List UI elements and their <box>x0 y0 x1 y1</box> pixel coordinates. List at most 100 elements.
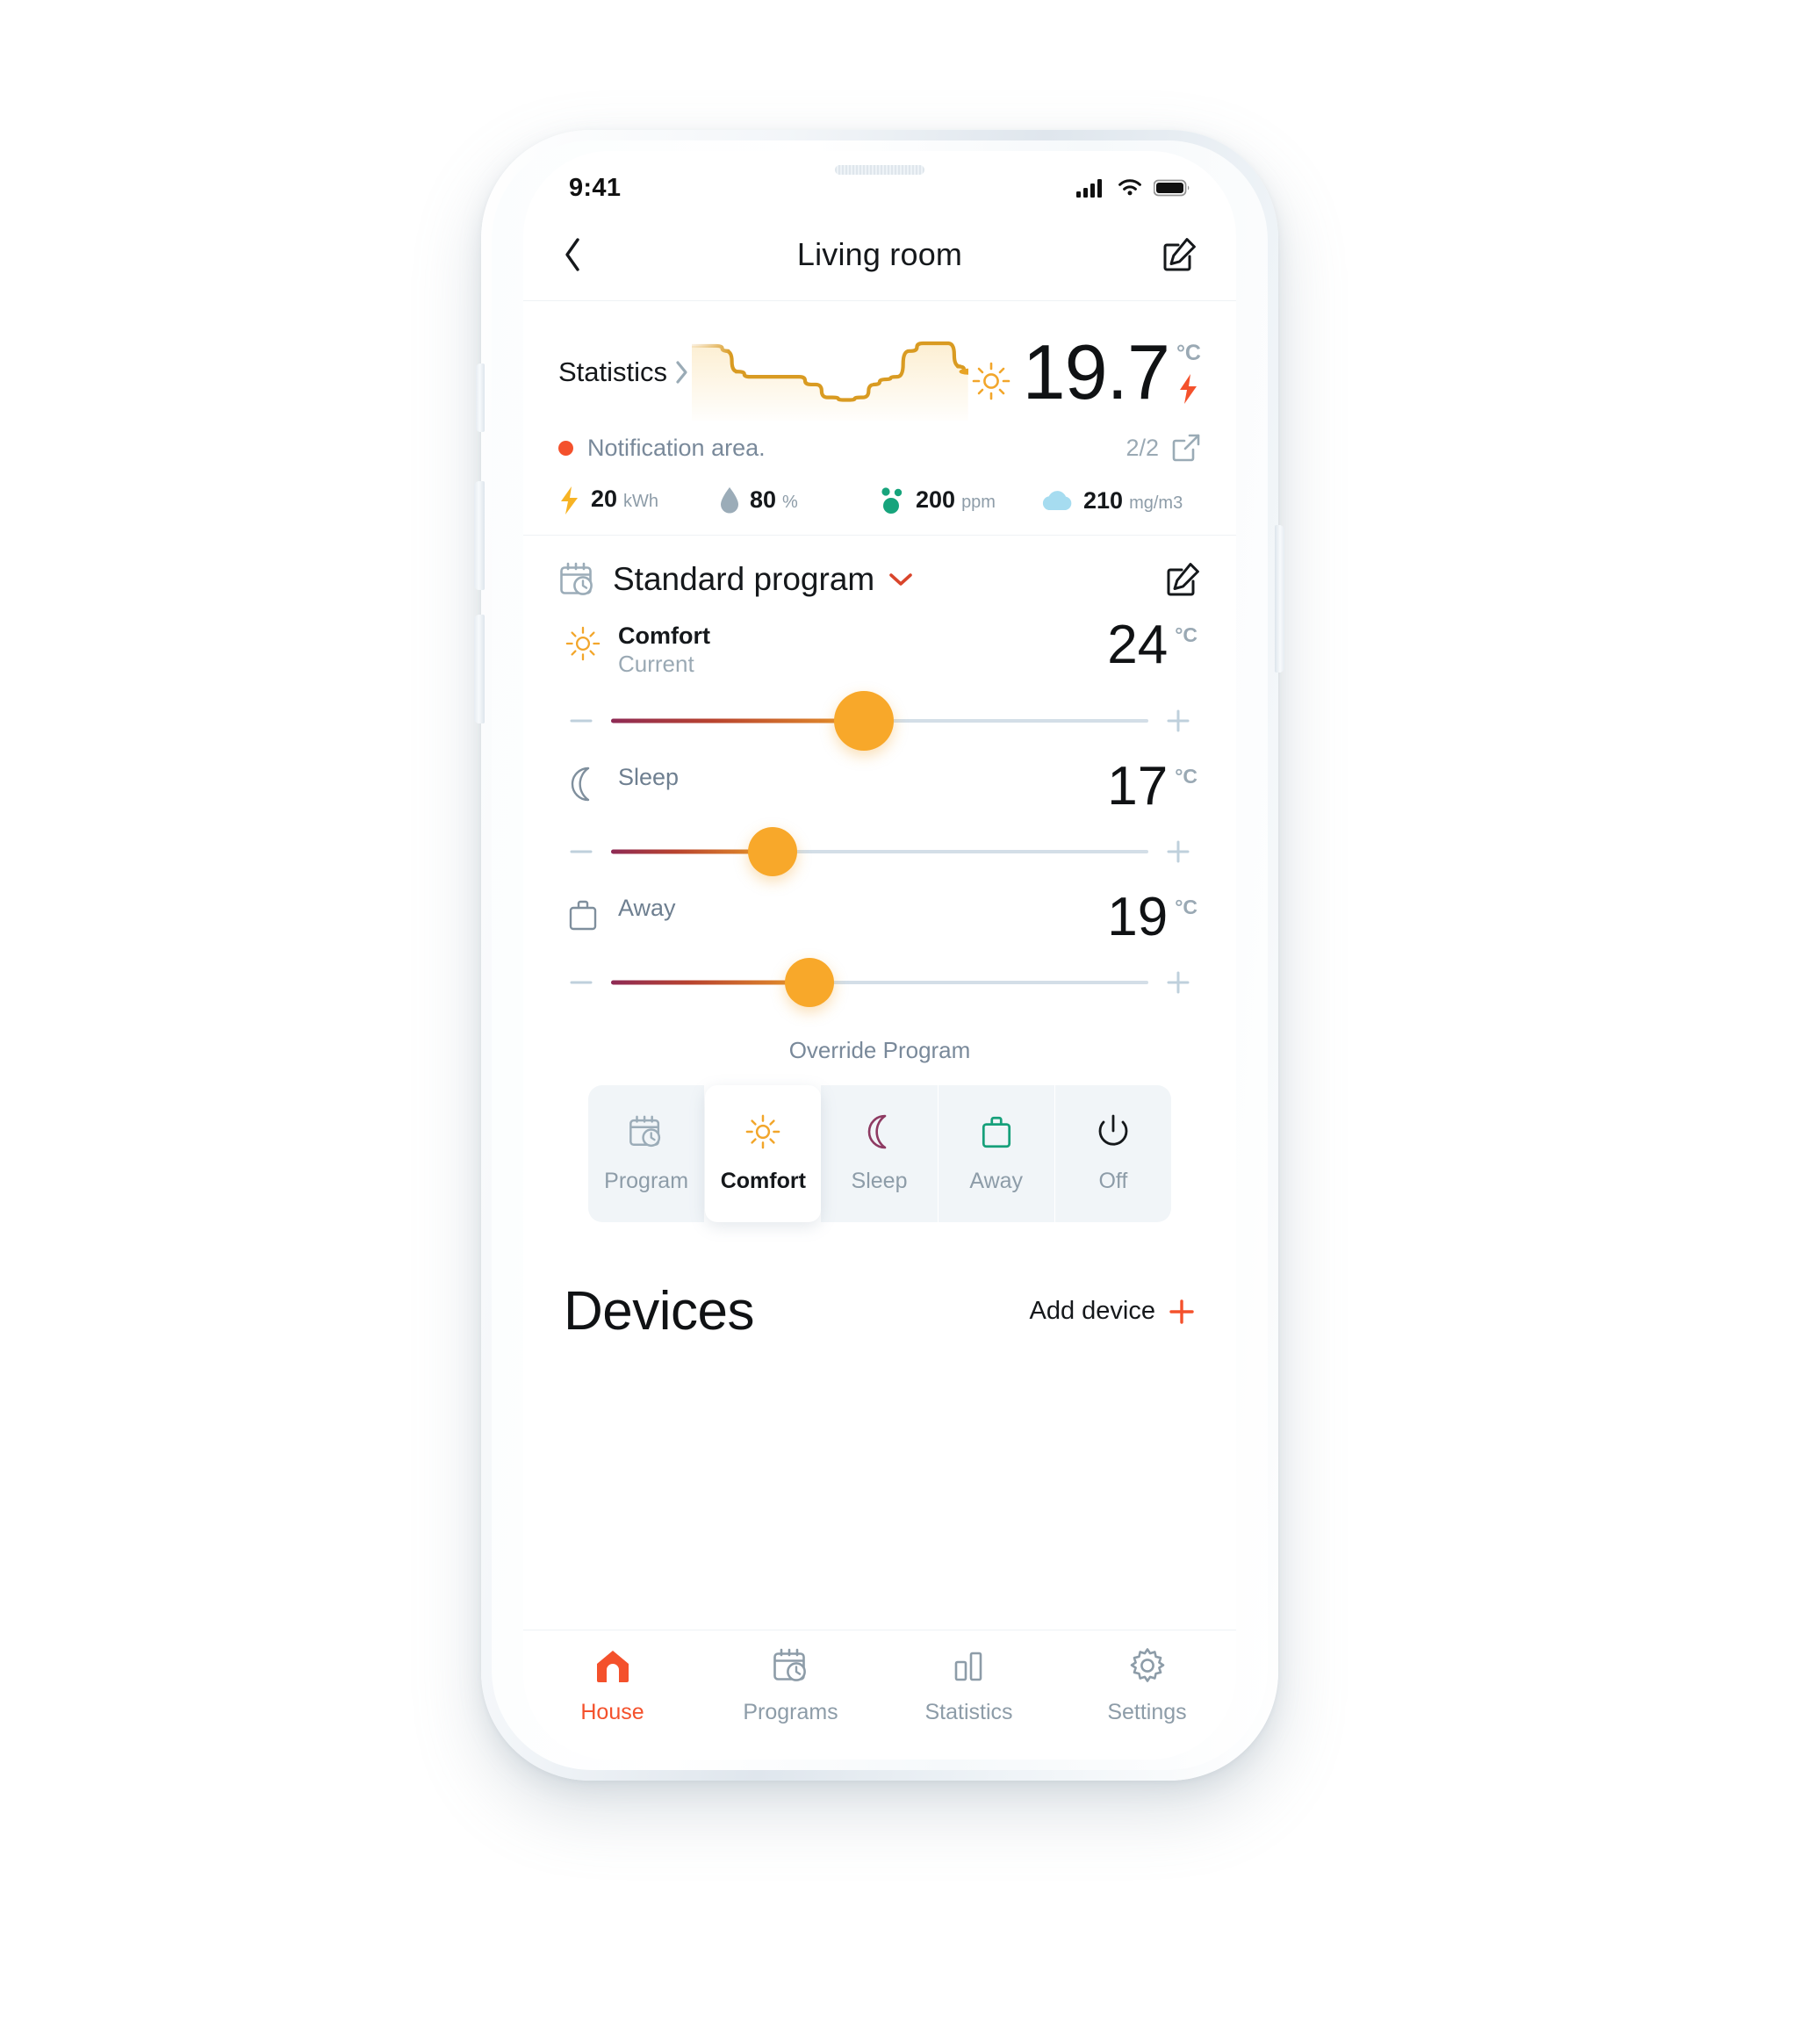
temperature-unit: °C <box>1175 764 1197 788</box>
status-indicators <box>1076 177 1190 198</box>
current-temperature-value: 19.7 <box>1022 327 1170 415</box>
metric-unit: ppm <box>961 493 996 512</box>
metric-co2: 200 ppm <box>880 486 1040 515</box>
program-mode-away: Away 19 °C <box>558 886 1201 947</box>
override-button-label: Comfort <box>720 1169 806 1194</box>
statistics-link[interactable]: Statistics <box>558 356 690 388</box>
temperature-value: 17 <box>1107 755 1169 817</box>
calendar-clock-icon <box>772 1646 810 1689</box>
calendar-clock-icon <box>628 1113 665 1155</box>
add-device-button[interactable]: Add device <box>1030 1297 1197 1326</box>
temperature-unit-group: °C <box>1176 335 1201 405</box>
tab-label: Programs <box>743 1700 838 1724</box>
tab-label: Settings <box>1107 1700 1187 1724</box>
tab-settings[interactable]: Settings <box>1058 1646 1236 1725</box>
increase-temperature-button[interactable] <box>1161 838 1196 865</box>
temperature-value: 24 <box>1107 615 1169 675</box>
decrease-temperature-button[interactable] <box>564 708 599 734</box>
slider-thumb-away[interactable] <box>785 958 835 1008</box>
slider-track-sleep[interactable] <box>611 820 1148 883</box>
minus-icon <box>570 719 593 723</box>
override-button-label: Program <box>604 1169 689 1194</box>
co2-molecule-icon <box>880 486 906 515</box>
lightning-bolt-icon <box>1179 373 1197 404</box>
edit-square-icon <box>1167 563 1199 596</box>
power-button[interactable] <box>1275 525 1284 673</box>
notification-count: 2/2 <box>1126 434 1159 461</box>
metric-unit: kWh <box>623 492 659 511</box>
override-button-sleep[interactable]: Sleep <box>821 1085 939 1223</box>
increase-temperature-button[interactable] <box>1161 969 1196 996</box>
slider-thumb-sleep[interactable] <box>747 826 797 876</box>
phone-screen: 9:41 Living room Statistics 19.7 °C Noti… <box>523 151 1236 1760</box>
statistics-card: Statistics 19.7 °C Notification area. 2/… <box>523 301 1236 536</box>
edit-room-button[interactable] <box>1150 236 1197 273</box>
slider-sleep[interactable] <box>558 810 1201 894</box>
metric-unit: % <box>782 493 798 512</box>
screenshot-root: 9:41 Living room Statistics 19.7 °C Noti… <box>0 0 1798 2044</box>
temperature-sparkline-chart <box>692 324 968 421</box>
back-button[interactable] <box>562 235 609 274</box>
program-mode-temperature: 19 °C <box>1107 886 1197 947</box>
chevron-down-icon <box>889 573 913 586</box>
tab-house[interactable]: House <box>523 1646 701 1725</box>
current-temperature-block: 19.7 °C <box>972 327 1201 415</box>
minus-icon <box>570 850 593 853</box>
metric-energy: 20 kWh <box>558 486 719 515</box>
program-dropdown-button[interactable] <box>888 571 913 588</box>
temperature-unit: °C <box>1176 340 1201 365</box>
volume-up-button[interactable] <box>474 481 485 590</box>
metric-humidity: 80 % <box>719 486 880 515</box>
increase-temperature-button[interactable] <box>1161 708 1196 734</box>
notification-status-dot <box>558 440 573 456</box>
earpiece-speaker <box>835 165 924 175</box>
volume-down-button[interactable] <box>474 615 485 723</box>
notification-text: Notification area. <box>587 434 766 461</box>
override-button-label: Sleep <box>851 1169 908 1194</box>
program-mode-name: Away <box>618 894 676 921</box>
override-button-off[interactable]: Off <box>1054 1085 1172 1223</box>
slider-thumb-comfort[interactable] <box>833 690 894 751</box>
program-mode-sleep: Sleep 17 °C <box>558 755 1201 817</box>
slider-track-away[interactable] <box>611 951 1148 1014</box>
edit-program-button[interactable] <box>1164 561 1201 598</box>
notification-row[interactable]: Notification area. 2/2 <box>558 433 1201 463</box>
override-button-comfort[interactable]: Comfort <box>705 1085 822 1223</box>
metric-air-quality: 210 mg/m3 <box>1040 487 1201 515</box>
cloud-icon <box>1040 489 1074 512</box>
program-header: Standard program <box>558 560 1201 599</box>
minus-icon <box>570 981 593 984</box>
override-button-away[interactable]: Away <box>938 1085 1055 1223</box>
chevron-right-icon <box>676 361 687 384</box>
external-link-icon[interactable] <box>1171 433 1201 463</box>
program-name: Standard program <box>613 561 875 597</box>
metric-value: 80 <box>750 486 777 513</box>
program-mode-sub: Current <box>618 650 694 677</box>
gear-icon <box>1128 1646 1167 1689</box>
metric-value: 20 <box>591 486 618 512</box>
tab-statistics[interactable]: Statistics <box>880 1646 1058 1725</box>
sparkline-endpoint <box>959 368 968 375</box>
tab-label: House <box>580 1700 644 1724</box>
briefcase-icon <box>978 1113 1015 1155</box>
mute-switch-button[interactable] <box>476 363 485 432</box>
slider-away[interactable] <box>558 940 1201 1025</box>
bar-chart-icon <box>951 1646 988 1689</box>
page-title: Living room <box>796 236 963 272</box>
lightning-bolt-icon <box>558 486 581 515</box>
slider-track-comfort[interactable] <box>611 689 1148 752</box>
decrease-temperature-button[interactable] <box>564 969 599 996</box>
wifi-icon <box>1118 179 1141 196</box>
temperature-value: 19 <box>1107 886 1169 947</box>
slider-track-fill <box>611 980 810 985</box>
moon-icon <box>864 1113 895 1155</box>
tab-programs[interactable]: Programs <box>701 1646 880 1725</box>
program-card: Standard program Comfort Current 24 °C S… <box>523 536 1236 1231</box>
plus-icon <box>1167 840 1190 863</box>
decrease-temperature-button[interactable] <box>564 838 599 865</box>
override-program-label: Override Program <box>788 1037 971 1064</box>
slider-comfort[interactable] <box>558 679 1201 763</box>
sun-icon <box>562 622 604 662</box>
override-button-program[interactable]: Program <box>588 1085 706 1223</box>
override-mode-buttons: Program Comfort Sleep Away Off <box>558 1085 1201 1223</box>
